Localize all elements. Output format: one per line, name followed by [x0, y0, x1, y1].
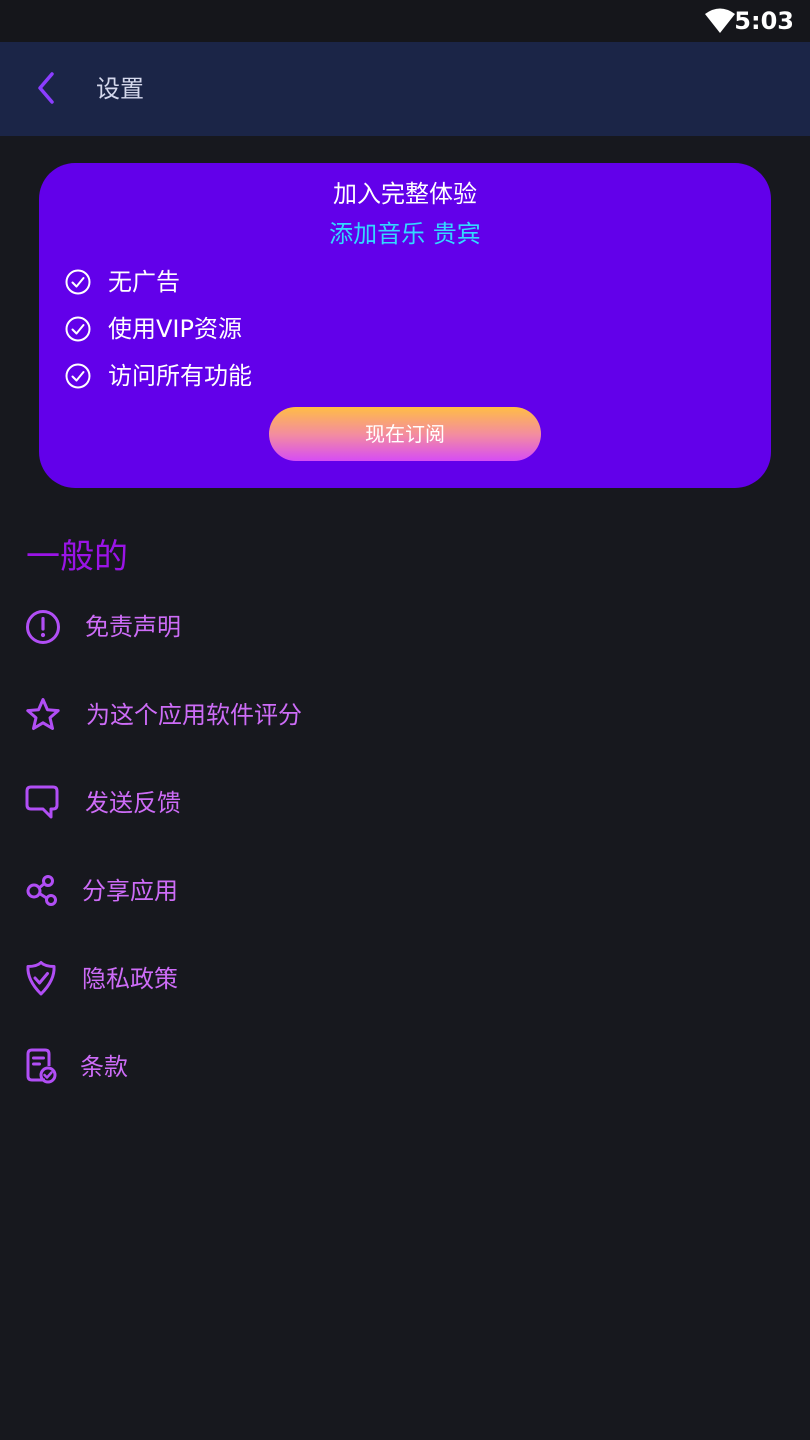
wifi-icon — [705, 8, 735, 33]
section-title-general: 一般的 — [26, 537, 128, 577]
menu-item-label: 条款 — [80, 1053, 128, 1081]
status-time: 5:03 — [734, 7, 794, 35]
menu-item-share-app[interactable]: 分享应用 — [0, 854, 810, 928]
menu-item-label: 发送反馈 — [85, 789, 181, 817]
back-button[interactable] — [24, 66, 68, 110]
chevron-left-icon — [38, 72, 54, 104]
app-bar: 设置 — [0, 42, 810, 136]
subscribe-now-button[interactable]: 现在订阅 — [269, 407, 541, 461]
star-icon — [26, 698, 60, 730]
check-circle-icon — [65, 363, 91, 389]
menu-item-rate-app[interactable]: 为这个应用软件评分 — [0, 678, 810, 752]
check-circle-icon — [65, 316, 91, 342]
promo-subtitle: 添加音乐 贵宾 — [329, 220, 481, 248]
feature-label: 使用VIP资源 — [108, 315, 242, 343]
feature-item: 无广告 — [65, 262, 180, 302]
feature-item: 使用VIP资源 — [65, 309, 242, 349]
feature-label: 无广告 — [108, 268, 180, 296]
promo-title: 加入完整体验 — [333, 180, 477, 208]
chat-bubble-icon — [25, 785, 59, 819]
page-title: 设置 — [96, 75, 144, 103]
share-icon — [26, 875, 57, 906]
menu-item-terms[interactable]: 条款 — [0, 1030, 810, 1104]
menu-item-label: 免责声明 — [85, 613, 181, 641]
shield-check-icon — [26, 961, 56, 996]
menu-item-send-feedback[interactable]: 发送反馈 — [0, 766, 810, 840]
premium-promo-card: 加入完整体验 添加音乐 贵宾 无广告 使用VIP资源 访问所有功能 现在订阅 — [39, 163, 771, 488]
menu-item-privacy-policy[interactable]: 隐私政策 — [0, 942, 810, 1016]
alert-circle-icon — [26, 610, 60, 644]
menu-item-label: 分享应用 — [82, 877, 178, 905]
menu-item-disclaimer[interactable]: 免责声明 — [0, 590, 810, 664]
feature-label: 访问所有功能 — [108, 362, 252, 390]
feature-item: 访问所有功能 — [65, 356, 252, 396]
status-bar: 5:03 — [0, 0, 810, 42]
menu-item-label: 隐私政策 — [82, 965, 178, 993]
menu-item-label: 为这个应用软件评分 — [86, 701, 302, 729]
document-check-icon — [26, 1048, 57, 1084]
check-circle-icon — [65, 269, 91, 295]
